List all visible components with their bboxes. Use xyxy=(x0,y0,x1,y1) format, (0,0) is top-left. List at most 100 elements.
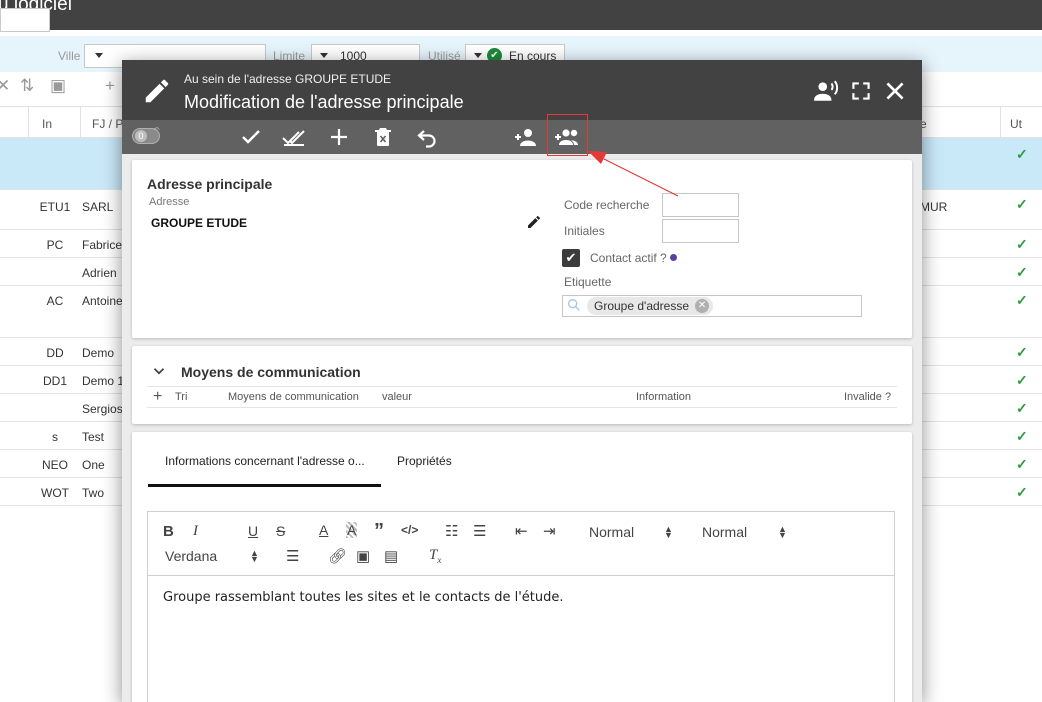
section-title-communication: Moyens de communication xyxy=(181,364,361,380)
row-code: s xyxy=(52,430,58,444)
check-icon: ✓ xyxy=(1016,264,1028,280)
check-icon: ✓ xyxy=(1016,372,1028,388)
close-icon[interactable] xyxy=(882,78,908,104)
highlight-box xyxy=(547,114,588,156)
remove-tag-icon[interactable]: ✕ xyxy=(695,299,710,313)
column-header-moyens[interactable]: Moyens de communication xyxy=(228,391,359,403)
row-name: SARL xyxy=(82,200,114,214)
row-name: One xyxy=(82,458,105,472)
column-separator xyxy=(80,107,81,137)
italic-icon[interactable]: I xyxy=(193,523,198,540)
initiales-input[interactable] xyxy=(662,219,739,243)
code-icon[interactable]: </> xyxy=(401,523,418,537)
validate-icon[interactable] xyxy=(239,125,263,149)
align-icon[interactable]: ☰ xyxy=(286,547,299,565)
bullet-list-icon[interactable]: ☰ xyxy=(473,522,486,540)
chevron-down-icon[interactable] xyxy=(150,362,168,380)
check-icon: ✓ xyxy=(1016,236,1028,252)
contact-actif-label: Contact actif ? xyxy=(590,251,667,265)
row-name: Two xyxy=(82,486,105,500)
close-icon[interactable]: ✕ xyxy=(0,76,10,96)
toggle-count: 0 xyxy=(135,130,147,142)
chevron-down-icon xyxy=(320,53,328,58)
check-icon: ✓ xyxy=(1016,484,1028,500)
blockquote-icon[interactable]: ” xyxy=(374,520,384,543)
column-header-in[interactable]: In xyxy=(42,117,52,131)
add-communication-icon[interactable]: + xyxy=(153,388,162,406)
column-header-tri[interactable]: Tri xyxy=(175,391,187,403)
validate-all-icon[interactable] xyxy=(282,125,306,149)
check-icon: ✓ xyxy=(1016,428,1028,444)
indent-icon[interactable]: ⇥ xyxy=(543,522,556,540)
column-header-ut[interactable]: Ut xyxy=(1010,117,1022,131)
tab-proprietes[interactable]: Propriétés xyxy=(397,454,452,468)
row-name: Adrien xyxy=(82,266,117,280)
row-name: Fabrice xyxy=(82,238,123,252)
strikethrough-icon[interactable]: S xyxy=(276,523,285,539)
row-extra: MUR xyxy=(920,200,948,214)
help-icon[interactable] xyxy=(670,254,677,261)
row-code: PC xyxy=(46,238,64,252)
row-name: Test xyxy=(82,430,105,444)
add-icon[interactable] xyxy=(327,125,351,149)
check-icon: ✓ xyxy=(1016,196,1028,212)
format-select[interactable]: Normal xyxy=(589,524,634,540)
voice-command-icon[interactable] xyxy=(813,78,839,104)
clear-format-icon[interactable]: Tx xyxy=(429,547,441,565)
row-name: Demo xyxy=(82,346,115,360)
editor-toolbar: B I U S A A ” </> ☷ ☰ ⇤ ⇥ Normal ▲ ▼ Norm… xyxy=(148,512,894,576)
row-code: DD xyxy=(46,346,64,360)
check-icon: ✓ xyxy=(1016,146,1028,162)
code-recherche-input[interactable] xyxy=(662,193,739,217)
etiquette-input[interactable]: Groupe d'adresse ✕ xyxy=(562,295,862,317)
font-select[interactable]: Verdana xyxy=(165,548,217,564)
editor-content[interactable]: Groupe rassemblant toutes les sites et l… xyxy=(163,590,564,605)
search-icon xyxy=(568,299,580,311)
dialog-subtitle: Au sein de l'adresse GROUPE ETUDE xyxy=(184,72,392,86)
adresse-label: Adresse xyxy=(149,196,190,208)
chevron-down-icon xyxy=(474,53,482,58)
tab-informations[interactable]: Informations concernant l'adresse o... xyxy=(165,454,365,468)
initiales-label: Initiales xyxy=(564,224,605,238)
contact-actif-checkbox[interactable]: ✔ xyxy=(562,249,580,267)
image-icon[interactable]: ▣ xyxy=(356,547,370,565)
rich-text-editor: B I U S A A ” </> ☷ ☰ ⇤ ⇥ Normal ▲ ▼ Norm… xyxy=(147,511,895,702)
sort-icon[interactable]: ⇅ xyxy=(20,76,34,96)
ville-label: Ville xyxy=(58,49,81,63)
column-separator xyxy=(1000,107,1001,137)
text-color-icon[interactable]: A xyxy=(319,522,328,538)
section-title-adresse: Adresse principale xyxy=(147,176,273,192)
column-header-invalide[interactable]: Invalide ? xyxy=(844,391,891,403)
background-color-icon[interactable]: A xyxy=(346,522,358,538)
column-header-valeur[interactable]: valeur xyxy=(382,391,412,403)
column-header-fj[interactable]: FJ / P xyxy=(92,117,123,131)
tag-chip: Groupe d'adresse ✕ xyxy=(587,297,714,315)
select-all-icon[interactable]: ▣ xyxy=(50,76,66,96)
select-updown-icon: ▲ ▼ xyxy=(664,524,673,540)
app-top-bar: u logiciel xyxy=(0,0,1042,30)
outdent-icon[interactable]: ⇤ xyxy=(515,522,528,540)
edit-address-dialog: Au sein de l'adresse GROUPE ETUDE Modifi… xyxy=(122,60,922,702)
underline-icon[interactable]: U xyxy=(248,523,258,539)
etiquette-label: Etiquette xyxy=(564,275,612,289)
undo-icon[interactable] xyxy=(415,125,439,149)
row-code: ETU1 xyxy=(39,200,71,214)
link-icon[interactable]: 🔗︎ xyxy=(328,547,347,565)
column-header-information[interactable]: Information xyxy=(636,391,691,403)
row-code: AC xyxy=(46,294,64,308)
delete-icon[interactable] xyxy=(371,125,395,149)
bold-icon[interactable]: B xyxy=(163,523,174,540)
adresse-value: GROUPE ETUDE xyxy=(151,216,248,230)
ordered-list-icon[interactable]: ☷ xyxy=(445,522,458,540)
check-icon: ✓ xyxy=(1016,400,1028,416)
add-person-icon[interactable] xyxy=(513,125,537,149)
edit-address-icon[interactable] xyxy=(526,214,542,230)
active-tab-indicator xyxy=(148,484,381,487)
video-icon[interactable]: ▤ xyxy=(384,547,398,565)
format-select-2[interactable]: Normal xyxy=(702,524,747,540)
communication-table-header: + Tri Moyens de communication valeur Inf… xyxy=(147,386,897,408)
dialog-title: Modification de l'adresse principale xyxy=(184,92,464,112)
add-icon[interactable]: + xyxy=(105,76,115,96)
fullscreen-icon[interactable] xyxy=(848,78,874,104)
filter-input[interactable] xyxy=(0,8,50,32)
